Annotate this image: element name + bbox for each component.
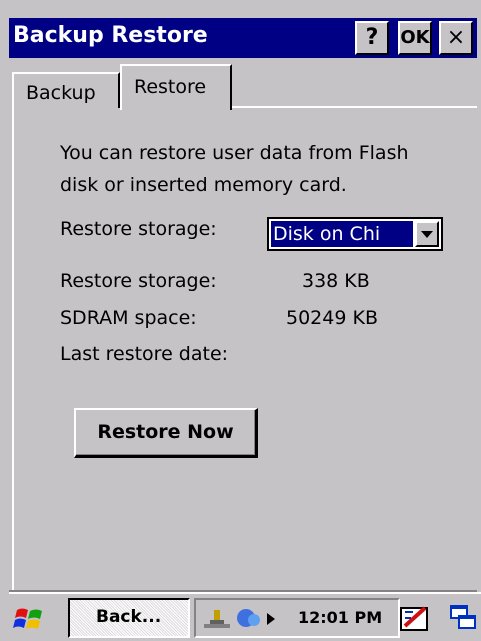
restore-now-button[interactable]: Restore Now — [74, 408, 258, 458]
tab-restore[interactable]: Restore — [120, 64, 232, 110]
system-tray: 12:01 PM — [194, 598, 400, 638]
dropdown-button[interactable] — [415, 221, 439, 247]
tray-arrow-icon[interactable] — [266, 612, 276, 626]
description-line-2: disk or inserted memory card. — [60, 174, 347, 196]
title-bar: Backup Restore ? OK × — [9, 18, 477, 58]
storage-select-label: Restore storage: — [60, 218, 217, 240]
help-button[interactable]: ? — [355, 21, 389, 55]
info-value-sdram-space: 50249 KB — [286, 307, 378, 329]
window-title: Backup Restore — [13, 23, 208, 48]
description-line-1: You can restore user data from Flash — [60, 142, 409, 164]
task-button-backup-restore[interactable]: Back... — [68, 598, 190, 638]
info-label-last-restore-date: Last restore date: — [60, 343, 229, 365]
info-label-sdram-space: SDRAM space: — [60, 307, 197, 329]
close-button[interactable]: × — [439, 21, 473, 55]
network-icon[interactable] — [202, 604, 232, 632]
storage-select[interactable]: Disk on Chi — [267, 217, 443, 251]
taskbar: Back... 12:01 PM — [9, 592, 481, 641]
tab-backup[interactable]: Backup — [12, 72, 120, 108]
connection-icon[interactable] — [234, 604, 264, 632]
storage-selected-value[interactable]: Disk on Chi — [270, 220, 414, 248]
chevron-down-icon — [421, 231, 433, 238]
desktop-icon[interactable] — [449, 602, 479, 634]
input-panel-icon[interactable] — [399, 602, 431, 634]
ok-button[interactable]: OK — [398, 21, 432, 55]
info-value-restore-storage: 338 KB — [302, 270, 370, 292]
start-flag-icon[interactable] — [13, 602, 47, 634]
clock[interactable]: 12:01 PM — [298, 608, 382, 627]
info-label-restore-storage: Restore storage: — [60, 270, 217, 292]
